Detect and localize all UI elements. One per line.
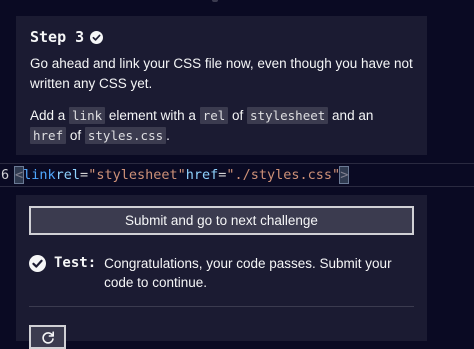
instruction-text: of [228, 108, 248, 123]
step-heading: Step 3 [30, 28, 413, 46]
check-circle-icon [90, 30, 104, 44]
top-strip [0, 0, 474, 16]
attr-rel: rel [55, 167, 81, 183]
check-circle-icon [29, 255, 46, 272]
test-label: Test: [54, 255, 97, 271]
scroll-notch [212, 0, 218, 2]
equals-sign: = [80, 167, 89, 183]
code-content[interactable]: < link rel = "stylesheet" href = "./styles.cs… [13, 166, 350, 184]
tag-name: link [23, 167, 56, 183]
reset-icon [41, 331, 54, 344]
submit-button[interactable]: Submit and go to next challenge [29, 206, 414, 235]
action-panel: Submit and go to next challenge Test: Co… [16, 195, 427, 349]
test-result: Test: Congratulations, your code passes.… [29, 254, 414, 292]
code-token-link: link [69, 107, 106, 124]
instruction-text: of [66, 128, 85, 143]
attr-href: href [185, 167, 219, 183]
equals-sign: = [218, 167, 227, 183]
line-number: 6 [1, 167, 10, 183]
code-token-stylesheet: stylesheet [247, 107, 329, 124]
value-href: "./styles.css" [226, 167, 341, 183]
instruction-text: element with a [105, 108, 200, 123]
open-bracket: < [13, 166, 25, 184]
instruction-text-1: Go ahead and link your CSS file now, eve… [30, 56, 413, 91]
instruction-text: . [166, 128, 170, 143]
code-token-href: href [30, 127, 67, 144]
code-editor-line[interactable]: 6 < link rel = "stylesheet" href = "./styles.… [0, 163, 474, 187]
step-title: Step 3 [30, 28, 85, 46]
reset-button[interactable] [29, 325, 66, 349]
value-rel: "stylesheet" [88, 167, 186, 183]
instructions-panel: Step 3 Go ahead and link your CSS file n… [16, 16, 427, 155]
code-token-styles-css: styles.css [84, 127, 167, 144]
test-message: Congratulations, your code passes. Submi… [104, 256, 392, 290]
instruction-text: Add a [30, 108, 70, 123]
code-token-rel: rel [199, 107, 229, 124]
instruction-text: and an [328, 108, 374, 123]
instruction-text-2: Add a link element with a rel of stylesh… [30, 106, 413, 146]
close-bracket: > [339, 166, 350, 184]
divider [29, 306, 414, 307]
